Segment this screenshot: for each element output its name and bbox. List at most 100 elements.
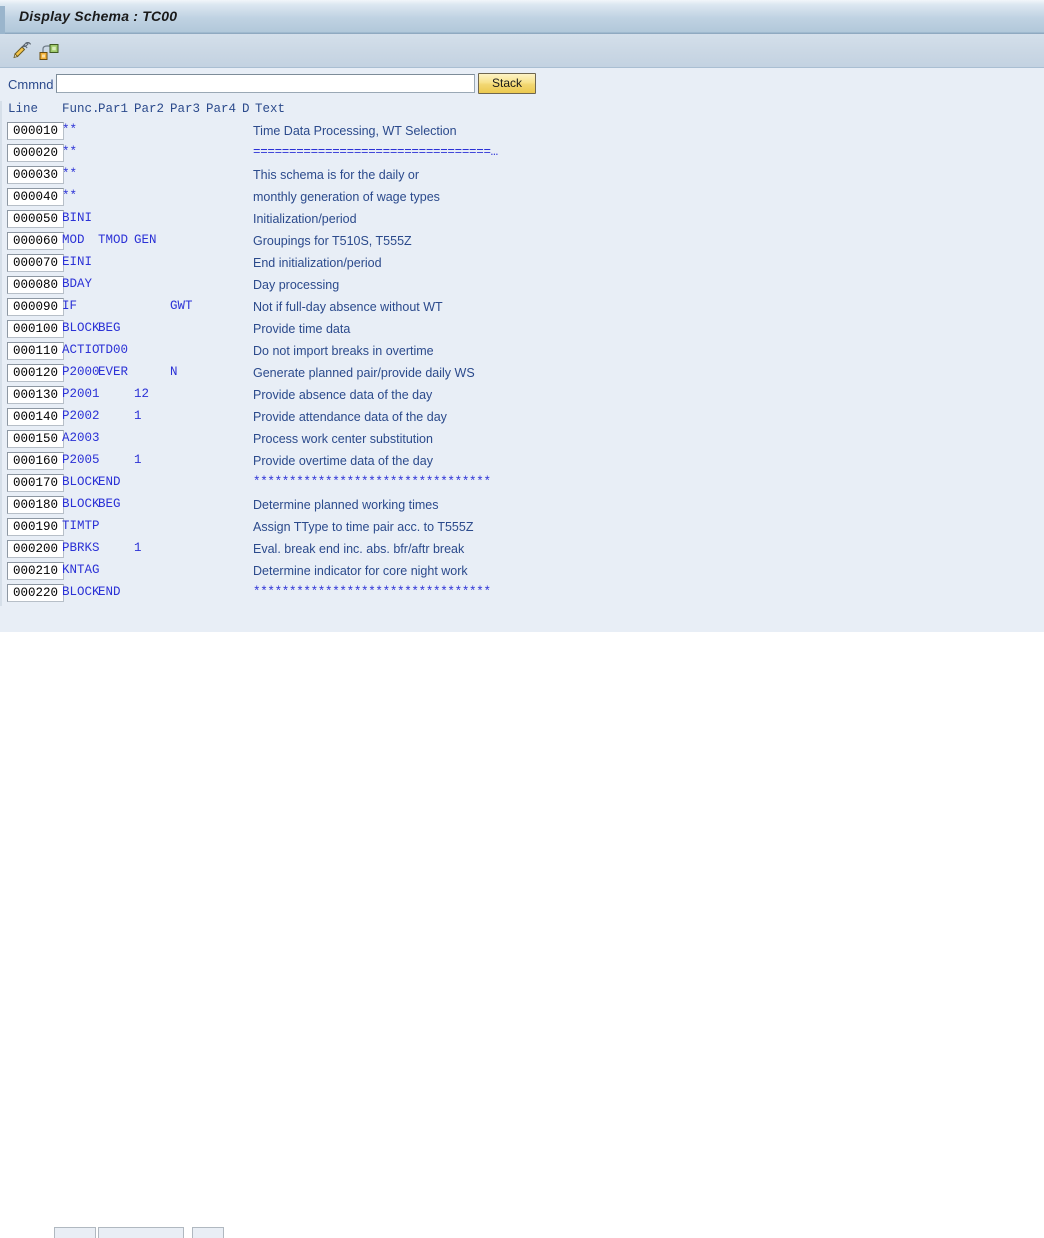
cell-func[interactable]: BINI [62, 211, 92, 225]
line-number-field[interactable]: 000160 [7, 452, 64, 470]
cell-func[interactable]: A2003 [62, 431, 100, 445]
cell-text[interactable]: Provide attendance data of the day [253, 410, 447, 424]
cell-func[interactable]: P2001 [62, 387, 100, 401]
cell-text[interactable]: This schema is for the daily or [253, 168, 419, 182]
line-number-field[interactable]: 000090 [7, 298, 64, 316]
cell-par1[interactable]: TMOD [98, 233, 128, 247]
cell-func[interactable]: P2005 [62, 453, 100, 467]
cell-text[interactable]: Determine planned working times [253, 498, 439, 512]
table-row[interactable]: 000190 TIMTP Assign TType to time pair acc… [0, 517, 1044, 539]
cell-func[interactable]: P2002 [62, 409, 100, 423]
line-number-field[interactable]: 000220 [7, 584, 64, 602]
cell-par2[interactable]: 1 [134, 453, 142, 467]
cell-text[interactable]: Provide time data [253, 322, 350, 336]
cell-text[interactable]: ********************************* [253, 585, 491, 599]
table-row[interactable]: 000220 BLOCK END **************************… [0, 583, 1044, 605]
cell-par1[interactable]: EVER [98, 365, 128, 379]
cell-par1[interactable]: TD00 [98, 343, 128, 357]
table-row[interactable]: 000150 A2003 Process work center substitut… [0, 429, 1044, 451]
line-number-field[interactable]: 000010 [7, 122, 64, 140]
cell-text[interactable]: Eval. break end inc. abs. bfr/aftr break [253, 542, 464, 556]
table-row[interactable]: 000140 P2002 1 Provide attendance data of t… [0, 407, 1044, 429]
cell-text[interactable]: =================================… [253, 145, 498, 159]
line-number-field[interactable]: 000180 [7, 496, 64, 514]
cell-text[interactable]: Determine indicator for core night work [253, 564, 468, 578]
cell-par2[interactable]: 1 [134, 541, 142, 555]
command-input[interactable] [56, 74, 475, 93]
line-number-field[interactable]: 000050 [7, 210, 64, 228]
cell-func[interactable]: EINI [62, 255, 92, 269]
line-number-field[interactable]: 000140 [7, 408, 64, 426]
table-row[interactable]: 000160 P2005 1 Provide overtime data of the… [0, 451, 1044, 473]
table-row[interactable]: 000050 BINI Initialization/period [0, 209, 1044, 231]
table-row[interactable]: 000020 ** ================================… [0, 143, 1044, 165]
table-row[interactable]: 000090 IF GWT Not if full-day absence witho… [0, 297, 1044, 319]
cell-text[interactable]: Initialization/period [253, 212, 357, 226]
cell-func[interactable]: PBRKS [62, 541, 100, 555]
table-row[interactable]: 000170 BLOCK END **************************… [0, 473, 1044, 495]
cell-func[interactable]: BLOCK [62, 585, 100, 599]
cell-text[interactable]: monthly generation of wage types [253, 190, 440, 204]
cell-text[interactable]: Not if full-day absence without WT [253, 300, 443, 314]
cell-par2[interactable]: 1 [134, 409, 142, 423]
table-row[interactable]: 000180 BLOCK BEG Determine planned working … [0, 495, 1044, 517]
line-number-field[interactable]: 000070 [7, 254, 64, 272]
cell-par1[interactable]: END [98, 475, 121, 489]
line-number-field[interactable]: 000120 [7, 364, 64, 382]
cell-par1[interactable]: END [98, 585, 121, 599]
table-row[interactable]: 000110 ACTIO TD00 Do not import breaks in o… [0, 341, 1044, 363]
cell-text[interactable]: Day processing [253, 278, 339, 292]
cell-par1[interactable]: BEG [98, 497, 121, 511]
line-number-field[interactable]: 000030 [7, 166, 64, 184]
cell-func[interactable]: BLOCK [62, 475, 100, 489]
cell-text[interactable]: Generate planned pair/provide daily WS [253, 366, 475, 380]
cell-par2[interactable]: 12 [134, 387, 149, 401]
table-row[interactable]: 000040 ** monthly generation of wage types [0, 187, 1044, 209]
cell-func[interactable]: ACTIO [62, 343, 100, 357]
table-row[interactable]: 000120 P2000 EVER N Generate planned pair/pr… [0, 363, 1044, 385]
cell-text[interactable]: Groupings for T510S, T555Z [253, 234, 412, 248]
cell-par3[interactable]: GWT [170, 299, 193, 313]
table-row[interactable]: 000200 PBRKS 1 Eval. break end inc. abs. bf… [0, 539, 1044, 561]
table-row[interactable]: 000070 EINI End initialization/period [0, 253, 1044, 275]
hierarchy-structure-icon[interactable] [38, 41, 60, 61]
cell-func[interactable]: ** [62, 189, 77, 203]
cell-func[interactable]: IF [62, 299, 77, 313]
cell-func[interactable]: MOD [62, 233, 85, 247]
cell-text[interactable]: Do not import breaks in overtime [253, 344, 434, 358]
cell-func[interactable]: ** [62, 123, 77, 137]
cell-text[interactable]: Provide overtime data of the day [253, 454, 433, 468]
cell-text[interactable]: Provide absence data of the day [253, 388, 432, 402]
line-number-field[interactable]: 000110 [7, 342, 64, 360]
cell-func[interactable]: KNTAG [62, 563, 100, 577]
cell-func[interactable]: TIMTP [62, 519, 100, 533]
line-number-field[interactable]: 000020 [7, 144, 64, 162]
line-number-field[interactable]: 000210 [7, 562, 64, 580]
table-row[interactable]: 000060 MOD TMOD GEN Groupings for T510S, T55… [0, 231, 1044, 253]
cell-text[interactable]: Time Data Processing, WT Selection [253, 124, 457, 138]
cell-par1[interactable]: BEG [98, 321, 121, 335]
line-number-field[interactable]: 000100 [7, 320, 64, 338]
table-row[interactable]: 000080 BDAY Day processing [0, 275, 1044, 297]
cell-func[interactable]: ** [62, 167, 77, 181]
cell-func[interactable]: P2000 [62, 365, 100, 379]
table-row[interactable]: 000100 BLOCK BEG Provide time data [0, 319, 1044, 341]
cell-func[interactable]: BDAY [62, 277, 92, 291]
line-number-field[interactable]: 000150 [7, 430, 64, 448]
cell-par3[interactable]: N [170, 365, 178, 379]
line-number-field[interactable]: 000200 [7, 540, 64, 558]
line-number-field[interactable]: 000170 [7, 474, 64, 492]
table-row[interactable]: 000210 KNTAG Determine indicator for core … [0, 561, 1044, 583]
cell-text[interactable]: Assign TType to time pair acc. to T555Z [253, 520, 473, 534]
line-number-field[interactable]: 000040 [7, 188, 64, 206]
cell-text[interactable]: End initialization/period [253, 256, 382, 270]
cell-text[interactable]: Process work center substitution [253, 432, 433, 446]
cell-par2[interactable]: GEN [134, 233, 157, 247]
bottom-button-stub-1[interactable] [54, 1227, 96, 1238]
table-row[interactable]: 000010 ** Time Data Processing, WT Selecti… [0, 121, 1044, 143]
cell-func[interactable]: ** [62, 145, 77, 159]
cell-func[interactable]: BLOCK [62, 497, 100, 511]
line-number-field[interactable]: 000190 [7, 518, 64, 536]
stack-button[interactable]: Stack [478, 73, 536, 94]
cell-func[interactable]: BLOCK [62, 321, 100, 335]
